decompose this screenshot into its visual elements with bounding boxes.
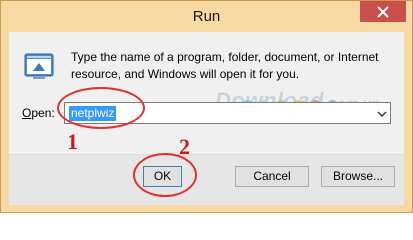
annotation-step-1: 1: [67, 129, 78, 154]
annotation-circle-input: [57, 87, 145, 129]
open-label-accesskey: O: [22, 106, 32, 120]
dropdown-button[interactable]: [373, 103, 390, 123]
chevron-down-icon: [377, 106, 387, 120]
close-icon: [377, 5, 389, 18]
title-bar[interactable]: Run: [1, 1, 412, 32]
run-dialog: Run Type the name of a program, folder, …: [0, 0, 413, 213]
open-label: Open:: [22, 106, 55, 120]
browse-button[interactable]: Browse...: [321, 166, 395, 187]
window-title: Run: [192, 8, 221, 25]
open-label-text: pen:: [31, 106, 55, 120]
close-button[interactable]: [360, 1, 406, 22]
annotation-step-2: 2: [179, 134, 190, 159]
cancel-button[interactable]: Cancel: [235, 166, 309, 187]
run-icon: [23, 50, 55, 82]
dialog-description: Type the name of a program, folder, docu…: [71, 50, 379, 81]
